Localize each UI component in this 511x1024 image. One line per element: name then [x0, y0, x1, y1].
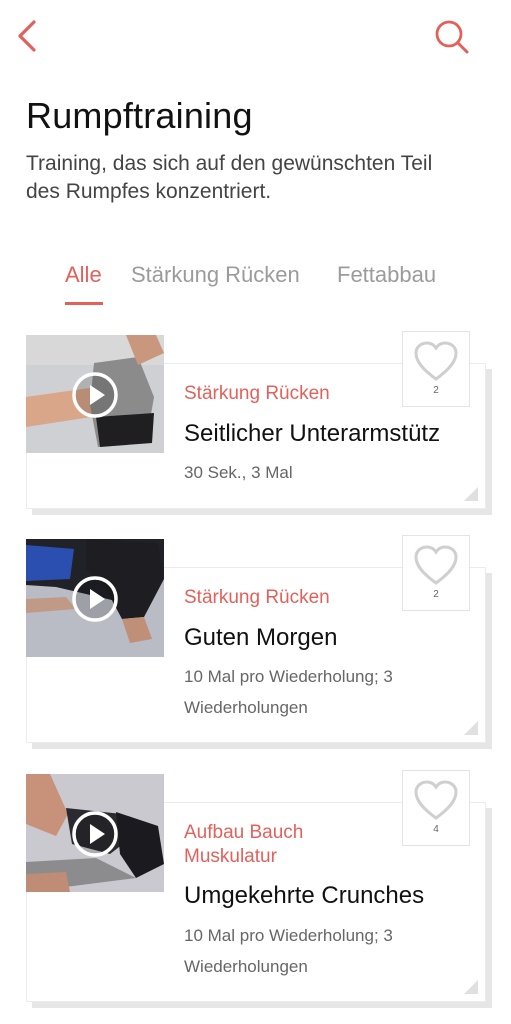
exercise-thumbnail[interactable]: [26, 774, 164, 892]
heart-icon: [414, 545, 458, 585]
back-chevron-icon: [18, 20, 36, 52]
exercise-details: 30 Sek., 3 Mal: [184, 463, 293, 482]
page-title: Rumpftraining: [26, 95, 253, 136]
exercise-details: 10 Mal pro Wiederholung; 3 Wiederholunge…: [184, 926, 393, 976]
exercise-card[interactable]: 4 Aufbau Bauch Muskulatur Umgekehrte Cru…: [26, 770, 492, 1010]
filter-tabs: Alle Stärkung Rücken Fettabbau: [0, 262, 511, 308]
exercise-thumbnail[interactable]: [26, 539, 164, 657]
exercise-name: Umgekehrte Crunches: [184, 882, 425, 909]
like-count: 2: [433, 385, 439, 396]
exercise-category: Stärkung Rücken: [184, 587, 330, 608]
like-count: 2: [433, 589, 439, 600]
exercise-details: 10 Mal pro Wiederholung; 3 Wiederholunge…: [184, 667, 393, 717]
heart-icon: [414, 780, 458, 820]
exercise-category: Aufbau Bauch Muskulatur: [184, 822, 304, 867]
search-button[interactable]: [432, 17, 472, 57]
tab-staerkung-ruecken[interactable]: Stärkung Rücken: [131, 262, 300, 288]
top-bar: [0, 0, 511, 80]
favorite-button[interactable]: 4: [402, 770, 470, 846]
page-subtitle: Training, das sich auf den gewünschten T…: [26, 152, 433, 203]
play-icon: [72, 576, 118, 622]
card-corner-fold: [464, 721, 478, 735]
exercise-card[interactable]: 2 Stärkung Rücken Seitlicher Unterarmstü…: [26, 331, 492, 515]
heart-icon: [414, 341, 458, 381]
exercise-name: Seitlicher Unterarmstütz: [184, 420, 441, 447]
exercise-category: Stärkung Rücken: [184, 383, 330, 404]
search-icon: [435, 20, 469, 54]
card-corner-fold: [464, 980, 478, 994]
favorite-button[interactable]: 2: [402, 535, 470, 611]
tab-alle[interactable]: Alle: [65, 262, 102, 288]
exercise-thumbnail[interactable]: [26, 335, 164, 453]
card-corner-fold: [464, 487, 478, 501]
play-icon: [72, 811, 118, 857]
exercise-name: Guten Morgen: [184, 624, 338, 651]
active-tab-indicator: [65, 302, 103, 305]
exercise-card[interactable]: 2 Stärkung Rücken Guten Morgen 10 Mal pr…: [26, 535, 492, 749]
favorite-button[interactable]: 2: [402, 331, 470, 407]
back-button[interactable]: [10, 18, 46, 54]
play-icon: [72, 372, 118, 418]
like-count: 4: [433, 824, 439, 835]
tab-fettabbau[interactable]: Fettabbau: [337, 262, 436, 288]
